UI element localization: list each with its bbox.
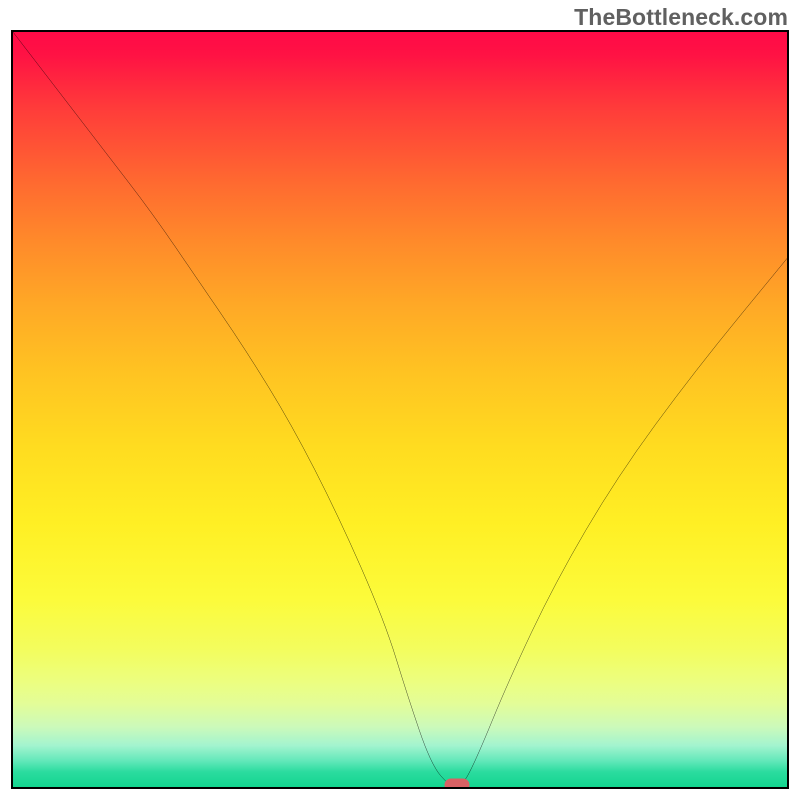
bottleneck-curve: [13, 32, 787, 787]
optimum-marker: [444, 778, 469, 789]
plot-frame: [11, 30, 789, 789]
watermark-text: TheBottleneck.com: [574, 4, 788, 31]
chart-wrapper: TheBottleneck.com: [0, 0, 800, 800]
